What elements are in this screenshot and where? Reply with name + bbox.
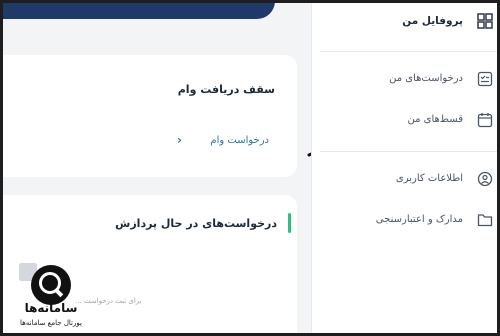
dashboard-grid-icon — [477, 13, 493, 29]
sidebar-item-my-requests[interactable]: درخواست‌های من — [311, 65, 497, 95]
checklist-icon — [477, 71, 493, 87]
section-accent-bar — [288, 213, 291, 233]
sidebar-item-profile[interactable]: پروفایل من — [311, 7, 497, 37]
top-banner — [3, 3, 275, 19]
sidebar-item-user-info[interactable]: اطلاعات کاربری — [311, 165, 497, 195]
sidebar-item-documents[interactable]: مدارک و اعتبارسنجی — [311, 206, 497, 236]
watermark-logo: سامانه‌ها پورتال جامع سامانه‌ها — [7, 265, 95, 333]
sidebar-item-label: پروفایل من — [402, 15, 463, 27]
processing-requests-title: درخواست‌های در حال پردازش — [115, 217, 277, 230]
calendar-icon — [477, 113, 493, 128]
loan-request-link[interactable]: درخواست وام — [210, 135, 269, 146]
sidebar-item-my-installments[interactable]: قسط‌های من — [311, 106, 497, 136]
sidebar-item-label: قسط‌های من — [407, 114, 464, 125]
main-content: سقف دریافت وام درخواست وام › درخواست‌های… — [3, 3, 373, 333]
sidebar-item-label: اطلاعات کاربری — [395, 173, 463, 184]
folder-icon — [477, 214, 493, 227]
sidebar-item-label: درخواست‌های من — [389, 73, 463, 84]
chevron-right-icon[interactable]: › — [177, 133, 182, 147]
user-circle-icon — [477, 171, 493, 187]
loan-limit-card: سقف دریافت وام درخواست وام › — [3, 55, 297, 177]
sidebar: پروفایل من درخواست‌های من قسط‌های من — [311, 3, 497, 333]
sidebar-divider — [320, 151, 497, 152]
watermark-name: سامانه‌ها — [24, 301, 78, 315]
sidebar-divider — [320, 51, 497, 52]
search-icon — [31, 265, 71, 305]
app-frame: سقف دریافت وام درخواست وام › درخواست‌های… — [0, 0, 500, 336]
loan-limit-title: سقف دریافت وام — [177, 83, 275, 96]
sidebar-item-label: مدارک و اعتبارسنجی — [375, 214, 463, 225]
watermark-subtitle: پورتال جامع سامانه‌ها — [20, 319, 82, 327]
